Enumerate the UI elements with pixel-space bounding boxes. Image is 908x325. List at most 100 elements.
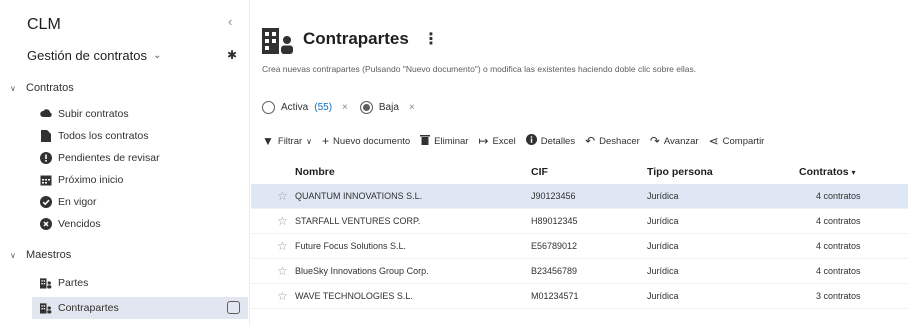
sidebar-item-partes[interactable]: Partes [40, 272, 245, 294]
cell-contratos: 4 contratos [816, 216, 861, 226]
detalles-label: Detalles [540, 135, 576, 147]
baja-radio[interactable] [359, 101, 373, 114]
export-icon: ↦ [478, 134, 489, 148]
upload-icon [40, 108, 52, 120]
sidebar-item-label: Todos los contratos [58, 130, 149, 142]
column-header-cif[interactable]: CIF [531, 166, 548, 178]
star-icon[interactable]: ☆ [277, 289, 288, 303]
table-row[interactable]: ☆ Future Focus Solutions S.L. E56789012 … [251, 234, 908, 259]
activa-radio[interactable] [262, 101, 275, 114]
page-description: Crea nuevas contrapartes (Pulsando "Nuev… [262, 64, 697, 74]
gear-icon[interactable]: ✱ [227, 48, 237, 62]
sidebar-item-label: Próximo inicio [58, 174, 124, 186]
avanzar-button[interactable]: ↷ Avanzar [650, 134, 699, 148]
remove-baja-filter-button[interactable]: × [409, 102, 415, 113]
sidebar-item-subir-contratos[interactable]: Subir contratos [40, 103, 245, 125]
check-circle-icon [40, 196, 52, 208]
compartir-button[interactable]: ⋖ Compartir [709, 134, 765, 148]
detalles-button[interactable]: Detalles [525, 134, 576, 148]
star-icon[interactable]: ☆ [277, 214, 288, 228]
filter-bar: Activa (55) × Baja × [262, 101, 421, 114]
excel-button[interactable]: ↦ Excel [478, 134, 515, 148]
filter-icon: ▼ [262, 134, 274, 148]
workspace-selector[interactable]: Gestión de contratos ⌄ [27, 48, 161, 63]
baja-label[interactable]: Baja [379, 102, 399, 113]
star-icon[interactable]: ☆ [277, 239, 288, 253]
share-icon: ⋖ [708, 134, 719, 148]
filtrar-label: Filtrar [277, 135, 303, 147]
sidebar-item-en-vigor[interactable]: En vigor [40, 191, 245, 213]
cell-cif: J90123456 [531, 191, 576, 201]
remove-activa-filter-button[interactable]: × [342, 102, 348, 113]
sidebar-item-label: Partes [58, 277, 89, 289]
cell-nombre: STARFALL VENTURES CORP. [295, 216, 421, 226]
sidebar-item-label: Subir contratos [58, 108, 129, 120]
avanzar-label: Avanzar [663, 135, 699, 147]
sidebar-item-pendientes-de-revisar[interactable]: Pendientes de revisar [40, 147, 245, 169]
cell-cif: B23456789 [531, 266, 578, 276]
filtrar-button[interactable]: ▼ Filtrar ∨ [262, 134, 312, 148]
column-header-nombre[interactable]: Nombre [295, 166, 335, 178]
nuevo-documento-button[interactable]: + Nuevo documento [322, 134, 410, 148]
chevron-down-icon: ∨ [10, 83, 16, 93]
table-row[interactable]: ☆ QUANTUM INNOVATIONS S.L. J90123456 Jur… [251, 184, 908, 209]
cell-tipo: Jurídica [647, 291, 679, 301]
undo-icon: ↶ [585, 134, 596, 148]
chevron-down-icon: ⌄ [152, 50, 162, 61]
cell-contratos: 4 contratos [816, 266, 861, 276]
nuevo-label: Nuevo documento [333, 135, 411, 147]
building-people-icon [40, 302, 52, 314]
sidebar-item-label: Contrapartes [58, 302, 119, 314]
main-content: Contrapartes ⋮ Crea nuevas contrapartes … [251, 0, 908, 325]
building-people-icon [262, 28, 294, 57]
more-options-icon[interactable]: ⋮ [423, 29, 439, 49]
sidebar-item-contrapartes[interactable]: Contrapartes [32, 297, 248, 319]
sidebar-item-vencidos[interactable]: Vencidos [40, 213, 245, 235]
building-people-icon [40, 277, 52, 289]
eliminar-button[interactable]: Eliminar [420, 134, 468, 148]
cell-nombre: QUANTUM INNOVATIONS S.L. [295, 191, 423, 201]
nav-section-contratos[interactable]: ∨ Contratos [10, 82, 74, 94]
sidebar-item-todos-los-contratos[interactable]: Todos los contratos [40, 125, 245, 147]
table-row[interactable]: ☆ BlueSky Innovations Group Corp. B23456… [251, 259, 908, 284]
table-row[interactable]: ☆ WAVE TECHNOLOGIES S.L. M01234571 Juríd… [251, 284, 908, 309]
activa-count: (55) [314, 102, 333, 113]
nav-section-maestros[interactable]: ∨ Maestros [10, 249, 71, 261]
cell-cif: H89012345 [531, 216, 578, 226]
activa-label[interactable]: Activa [281, 102, 308, 113]
star-icon[interactable]: ☆ [277, 264, 288, 278]
sidebar-item-proximo-inicio[interactable]: Próximo inicio [40, 169, 245, 191]
cell-contratos: 4 contratos [816, 241, 861, 251]
document-icon [40, 130, 52, 142]
sidebar-item-label: En vigor [58, 196, 97, 208]
cell-contratos: 4 contratos [816, 191, 861, 201]
excel-label: Excel [492, 135, 516, 147]
collapse-sidebar-button[interactable]: ‹ [228, 14, 232, 29]
info-icon [525, 134, 537, 148]
chevron-down-icon: ∨ [306, 136, 313, 146]
chevron-down-icon: ∨ [10, 250, 16, 260]
page-title: Contrapartes [303, 29, 409, 48]
cell-tipo: Jurídica [647, 266, 679, 276]
cell-contratos: 3 contratos [816, 291, 861, 301]
column-header-tipo-persona[interactable]: Tipo persona [647, 166, 713, 178]
sort-down-icon: ▾ [851, 168, 856, 177]
column-header-contratos[interactable]: Contratos ▾ [799, 166, 856, 178]
grid-header: Nombre CIF Tipo persona Contratos ▾ [251, 160, 908, 184]
workspace-label: Gestión de contratos [27, 48, 147, 63]
cell-tipo: Jurídica [647, 241, 679, 251]
table-row[interactable]: ☆ STARFALL VENTURES CORP. H89012345 Jurí… [251, 209, 908, 234]
trash-icon [420, 134, 431, 148]
nav-section-label: Maestros [26, 249, 72, 261]
sidebar: CLM ‹ Gestión de contratos ⌄ ✱ ∨ Contrat… [0, 0, 250, 325]
open-in-new-icon[interactable] [227, 301, 240, 314]
sidebar-item-label: Vencidos [58, 218, 101, 230]
cell-nombre: WAVE TECHNOLOGIES S.L. [295, 291, 413, 301]
x-circle-icon [40, 218, 52, 230]
deshacer-button[interactable]: ↶ Deshacer [585, 134, 640, 148]
counterparties-grid: Nombre CIF Tipo persona Contratos ▾ ☆ QU… [251, 160, 908, 309]
cell-cif: M01234571 [531, 291, 579, 301]
app-title: CLM [27, 16, 61, 33]
cell-tipo: Jurídica [647, 191, 679, 201]
star-icon[interactable]: ☆ [277, 189, 288, 203]
